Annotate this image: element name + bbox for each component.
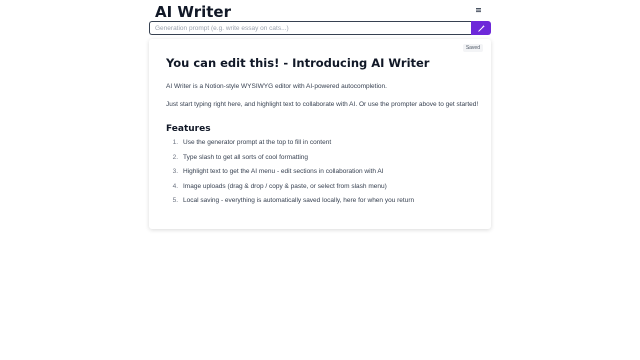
list-item[interactable]: 2. Type slash to get all sorts of cool f… [166, 154, 414, 169]
generate-button[interactable] [471, 21, 491, 35]
list-item-text[interactable]: Type slash to get all sorts of cool form… [183, 154, 308, 169]
list-item-number: 3. [172, 168, 178, 175]
save-status-badge: Saved [462, 44, 483, 52]
list-item-number: 4. [172, 182, 178, 190]
list-item[interactable]: 4. Image uploads (drag & drop / copy & p… [166, 183, 414, 198]
magic-wand-icon [477, 24, 485, 32]
list-item-number: 5. [172, 197, 178, 204]
list-item-text[interactable]: Use the generator prompt at the top to f… [183, 139, 331, 154]
hamburger-icon [476, 8, 481, 13]
menu-button[interactable] [472, 4, 484, 16]
list-item-number: 1. [172, 139, 178, 146]
list-item[interactable]: 5. Local saving - everything is automati… [166, 197, 415, 212]
list-item-text[interactable]: Image uploads (drag & drop / copy & past… [183, 183, 387, 198]
list-item-text[interactable]: Highlight text to get the AI menu - edit… [183, 168, 384, 183]
list-item-text[interactable]: Local saving - everything is automatical… [183, 197, 414, 212]
prompt-bar [149, 21, 491, 35]
list-item[interactable]: 3. Highlight text to get the AI menu - e… [166, 168, 414, 183]
instructions-paragraph[interactable]: Just start typing right here, and highli… [166, 101, 478, 108]
list-item[interactable]: 1. Use the generator prompt at the top t… [166, 139, 414, 154]
editor-area[interactable]: Saved You can edit this! - Introducing A… [149, 39, 491, 229]
app-title: AI Writer [155, 3, 231, 21]
features-heading[interactable]: Features [166, 124, 211, 134]
app-header: AI Writer [150, 0, 490, 21]
features-list: 1. Use the generator prompt at the top t… [166, 139, 415, 212]
document-title[interactable]: You can edit this! - Introducing AI Writ… [166, 56, 429, 70]
intro-paragraph[interactable]: AI Writer is a Notion-style WYSIWYG edit… [166, 83, 387, 90]
generation-prompt-input[interactable] [149, 21, 471, 35]
list-item-number: 2. [172, 153, 178, 161]
